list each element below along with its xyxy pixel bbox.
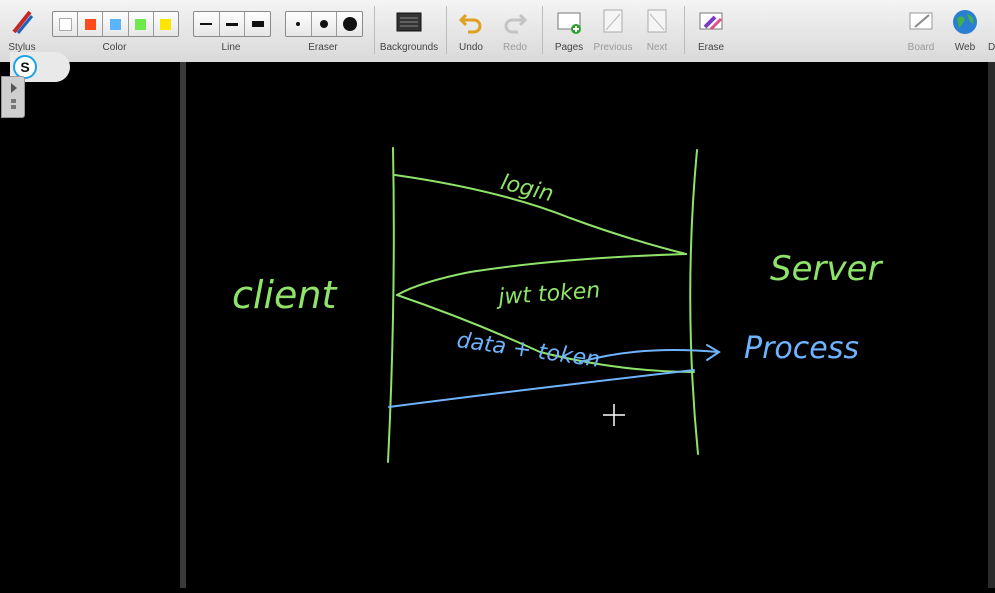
add-page-icon (557, 12, 581, 34)
pages-label: Pages (554, 42, 584, 53)
cut-off-label: D (988, 42, 995, 53)
web-label: Web (954, 42, 976, 53)
undo-icon (458, 13, 482, 34)
board-button[interactable] (905, 6, 937, 38)
pages-button[interactable] (553, 6, 585, 38)
stylus-icon (12, 10, 34, 34)
client-label: client (232, 273, 338, 317)
crosshair-cursor-icon (603, 404, 625, 426)
backgrounds-label: Backgrounds (379, 42, 439, 53)
server-lifeline (689, 149, 699, 455)
color-swatch-blue (110, 18, 121, 30)
board-icon (909, 12, 933, 30)
previous-label: Previous (593, 42, 633, 53)
color-swatch-green (135, 18, 147, 30)
color-group (52, 11, 179, 37)
next-page-icon (647, 9, 667, 33)
line-thick[interactable] (245, 12, 270, 36)
eraser-small-icon (296, 22, 301, 26)
expand-arrow-icon (11, 83, 17, 109)
erase-label: Erase (697, 42, 725, 53)
jwt-token-label: jwt token (495, 278, 602, 310)
eraser-medium-icon (320, 20, 328, 28)
toolbar-separator (542, 6, 543, 54)
color-swatch-orange (84, 18, 96, 30)
stylus-button[interactable] (6, 6, 38, 38)
login-label: login (498, 170, 556, 207)
color-label: Color (102, 42, 127, 53)
line-thick-icon (251, 21, 264, 27)
color-swatch-yellow (160, 18, 172, 30)
side-panel-toggle[interactable] (1, 76, 25, 118)
line-medium-icon (226, 22, 238, 26)
eraser-medium[interactable] (312, 12, 338, 36)
globe-icon (953, 10, 977, 34)
eraser-large[interactable] (337, 12, 362, 36)
next-button[interactable] (641, 6, 673, 38)
undo-button[interactable] (455, 6, 487, 38)
client-lifeline (387, 147, 395, 463)
line-thin[interactable] (194, 12, 220, 36)
color-yellow[interactable] (154, 12, 178, 36)
next-label: Next (646, 42, 668, 53)
color-white[interactable] (53, 12, 79, 36)
server-label: Server (770, 249, 884, 289)
redo-label: Redo (503, 42, 527, 53)
toolbar-separator (374, 6, 375, 54)
right-scrollbar[interactable] (988, 62, 995, 588)
backgrounds-icon (396, 12, 422, 32)
previous-page-icon (603, 9, 623, 33)
erase-button[interactable] (695, 6, 727, 38)
eraser-small[interactable] (286, 12, 312, 36)
data-token-label: data + token (455, 328, 601, 373)
line-thin-icon (200, 23, 213, 25)
backgrounds-button[interactable] (393, 6, 425, 38)
redo-button[interactable] (499, 6, 531, 38)
color-orange[interactable] (78, 12, 104, 36)
line-group (193, 11, 271, 37)
data-token-arrow (388, 369, 695, 408)
eraser-label: Eraser (308, 42, 338, 53)
process-label: Process (744, 331, 859, 366)
whiteboard-canvas[interactable]: client Server login jwt token data + tok… (186, 62, 988, 588)
whiteboard-drawing: client Server login jwt token data + tok… (232, 147, 884, 463)
eraser-group (285, 11, 363, 37)
left-panel (0, 62, 180, 588)
erase-all-icon (699, 12, 723, 31)
color-swatch-white (58, 17, 72, 31)
redo-icon (504, 13, 528, 34)
line-label: Line (221, 42, 241, 53)
board-label: Board (907, 42, 935, 53)
web-button[interactable] (949, 6, 981, 38)
toolbar-separator (446, 6, 447, 54)
toolbar: Stylus Color Line Eraser Backgrounds Und… (0, 0, 995, 63)
line-medium[interactable] (220, 12, 246, 36)
color-blue[interactable] (103, 12, 129, 36)
undo-label: Undo (459, 42, 483, 53)
previous-button[interactable] (597, 6, 629, 38)
color-green[interactable] (129, 12, 154, 36)
eraser-large-icon (342, 17, 357, 31)
toolbar-separator (684, 6, 685, 54)
